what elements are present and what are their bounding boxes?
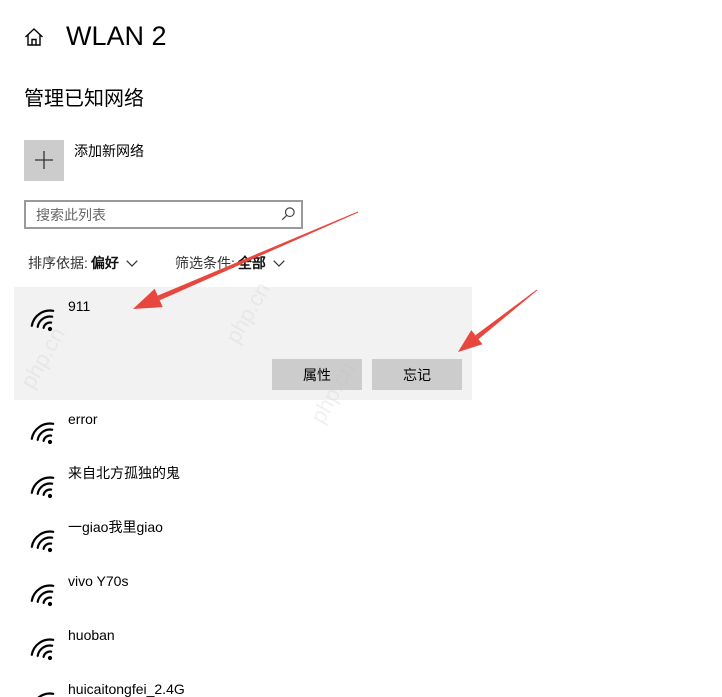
- network-name: 一giao我里giao: [68, 519, 163, 535]
- known-network-list: error 来自北方孤独的鬼 一giao我里giao vivo Y70s huoban h…: [14, 400, 472, 697]
- filter-dropdown[interactable]: 筛选条件: 全部: [175, 254, 285, 272]
- section-title: 管理已知网络: [24, 88, 144, 110]
- properties-button[interactable]: 属性: [272, 359, 362, 390]
- network-item[interactable]: 一giao我里giao: [14, 508, 472, 562]
- wifi-icon: [30, 309, 55, 332]
- network-item[interactable]: error: [14, 400, 472, 454]
- network-item[interactable]: huicaitongfei_2.4G: [14, 670, 472, 697]
- network-item[interactable]: huoban: [14, 616, 472, 670]
- chevron-down-icon: [273, 259, 285, 267]
- network-name: error: [68, 411, 98, 427]
- network-name: huicaitongfei_2.4G: [68, 681, 185, 697]
- home-icon[interactable]: [24, 27, 44, 47]
- filter-value: 全部: [237, 254, 266, 271]
- chevron-down-icon: [126, 259, 138, 267]
- network-name: vivo Y70s: [68, 573, 129, 589]
- sort-dropdown[interactable]: 排序依据: 偏好: [28, 254, 138, 272]
- network-item-selected[interactable]: 911 属性 忘记: [14, 287, 472, 400]
- wifi-icon: [30, 584, 55, 607]
- network-item[interactable]: vivo Y70s: [14, 562, 472, 616]
- sort-label: 排序依据:: [28, 254, 88, 271]
- wifi-icon: [37, 692, 55, 697]
- search-box[interactable]: [24, 200, 303, 229]
- wifi-icon: [30, 422, 55, 445]
- add-network-button[interactable]: [24, 140, 64, 181]
- search-input[interactable]: [26, 202, 266, 227]
- network-name: huoban: [68, 627, 115, 643]
- wifi-icon: [30, 530, 55, 553]
- network-name: 911: [68, 298, 91, 314]
- wifi-icon: [30, 638, 55, 661]
- plus-icon: [35, 151, 53, 169]
- wifi-icon: [30, 476, 55, 499]
- network-item[interactable]: 来自北方孤独的鬼: [14, 454, 472, 508]
- page-title: WLAN 2: [66, 21, 167, 51]
- wlan-settings-page: WLAN 2 管理已知网络 添加新网络 排序依据: 偏好 筛选条件: 全部 91…: [0, 0, 722, 697]
- search-icon[interactable]: [281, 207, 295, 221]
- network-name: 来自北方孤独的鬼: [68, 465, 180, 481]
- filter-label: 筛选条件:: [175, 254, 235, 271]
- sort-value: 偏好: [90, 254, 119, 271]
- forget-button[interactable]: 忘记: [372, 359, 462, 390]
- add-network-label[interactable]: 添加新网络: [74, 143, 144, 160]
